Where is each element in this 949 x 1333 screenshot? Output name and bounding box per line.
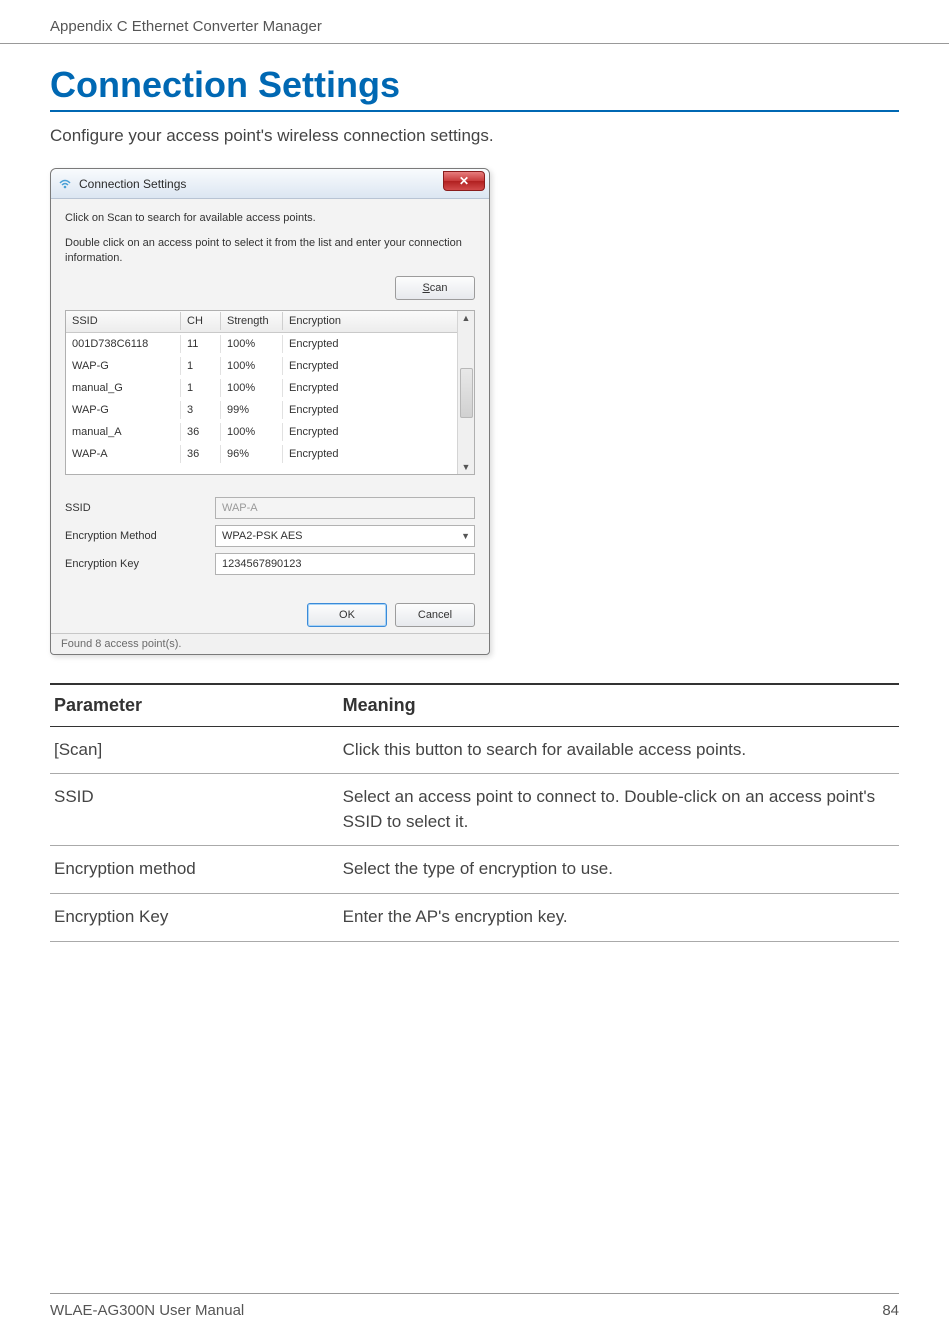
cell-ssid: WAP-G [66, 357, 181, 375]
scan-button-rest: can [430, 282, 448, 294]
intro-paragraph: Configure your access point's wireless c… [50, 126, 899, 146]
page-footer: WLAE-AG300N User Manual 84 [50, 1293, 899, 1319]
scan-button[interactable]: Scan [395, 276, 475, 300]
dialog-titlebar: Connection Settings ✕ [51, 169, 489, 199]
chevron-down-icon: ▼ [461, 531, 470, 541]
th-meaning: Meaning [339, 684, 899, 727]
cell-ch: 36 [181, 445, 221, 463]
dialog-help-2: Double click on an access point to selec… [65, 236, 475, 266]
meaning-cell: Click this button to search for availabl… [339, 726, 899, 774]
th-parameter: Parameter [50, 684, 339, 727]
cell-encryption: Encrypted [283, 335, 448, 353]
cell-ssid: WAP-A [66, 445, 181, 463]
cell-ch: 1 [181, 357, 221, 375]
list-item[interactable]: 001D738C6118 11 100% Encrypted [66, 333, 457, 355]
wifi-icon [57, 176, 73, 192]
cell-strength: 96% [221, 445, 283, 463]
status-bar: Found 8 access point(s). [51, 633, 489, 654]
col-header-ssid[interactable]: SSID [66, 312, 181, 330]
cell-ssid: manual_A [66, 423, 181, 441]
meaning-cell: Select an access point to connect to. Do… [339, 774, 899, 846]
form-area: SSID WAP-A Encryption Method WPA2-PSK AE… [51, 483, 489, 593]
list-item[interactable]: WAP-A 36 96% Encrypted [66, 443, 457, 465]
parameter-table: Parameter Meaning [Scan] Click this butt… [50, 683, 899, 942]
meaning-cell: Enter the AP's encryption key. [339, 894, 899, 942]
cell-ssid: WAP-G [66, 401, 181, 419]
label-method: Encryption Method [65, 530, 215, 542]
cell-encryption: Encrypted [283, 379, 448, 397]
cell-strength: 100% [221, 335, 283, 353]
scroll-up-icon: ▲ [462, 313, 471, 323]
connection-settings-dialog: Connection Settings ✕ Click on Scan to s… [50, 168, 490, 655]
key-value: 1234567890123 [222, 558, 302, 570]
page-header: Appendix C Ethernet Converter Manager [0, 0, 949, 44]
list-item[interactable]: manual_G 1 100% Encrypted [66, 377, 457, 399]
label-key: Encryption Key [65, 558, 215, 570]
ssid-value: WAP-A [222, 502, 258, 514]
cancel-button[interactable]: Cancel [395, 603, 475, 627]
close-button[interactable]: ✕ [443, 171, 485, 191]
cell-strength: 100% [221, 357, 283, 375]
list-item[interactable]: WAP-G 1 100% Encrypted [66, 355, 457, 377]
param-cell: Encryption method [50, 846, 339, 894]
method-value: WPA2-PSK AES [222, 530, 303, 542]
cell-strength: 100% [221, 423, 283, 441]
page-title: Connection Settings [50, 64, 899, 112]
col-header-strength[interactable]: Strength [221, 312, 283, 330]
scan-button-mnemonic: S [422, 282, 429, 294]
cell-encryption: Encrypted [283, 445, 448, 463]
encryption-key-input[interactable]: 1234567890123 [215, 553, 475, 575]
close-icon: ✕ [459, 174, 469, 188]
table-row: SSID Select an access point to connect t… [50, 774, 899, 846]
cell-ch: 36 [181, 423, 221, 441]
param-cell: SSID [50, 774, 339, 846]
header-appendix: Appendix C Ethernet Converter Manager [50, 18, 322, 35]
col-header-encryption[interactable]: Encryption [283, 312, 448, 330]
cell-ch: 1 [181, 379, 221, 397]
list-item[interactable]: manual_A 36 100% Encrypted [66, 421, 457, 443]
cancel-button-label: Cancel [418, 609, 452, 621]
status-text: Found 8 access point(s). [61, 638, 181, 650]
label-ssid: SSID [65, 502, 215, 514]
table-row: Encryption Key Enter the AP's encryption… [50, 894, 899, 942]
table-row: [Scan] Click this button to search for a… [50, 726, 899, 774]
ssid-field: WAP-A [215, 497, 475, 519]
scroll-thumb[interactable] [460, 368, 473, 418]
cell-encryption: Encrypted [283, 401, 448, 419]
cell-ch: 3 [181, 401, 221, 419]
param-cell: [Scan] [50, 726, 339, 774]
scrollbar[interactable]: ▲ ▼ [457, 311, 474, 474]
meaning-cell: Select the type of encryption to use. [339, 846, 899, 894]
cell-ch: 11 [181, 335, 221, 353]
ap-list-header: SSID CH Strength Encryption [66, 311, 457, 333]
scroll-down-icon: ▼ [462, 462, 471, 472]
ap-list: SSID CH Strength Encryption 001D738C6118… [65, 310, 475, 475]
ok-button[interactable]: OK [307, 603, 387, 627]
footer-page-number: 84 [882, 1302, 899, 1319]
dialog-body: Click on Scan to search for available ac… [51, 199, 489, 483]
list-item[interactable]: WAP-G 3 99% Encrypted [66, 399, 457, 421]
dialog-title: Connection Settings [79, 177, 186, 191]
col-header-ch[interactable]: CH [181, 312, 221, 330]
dialog-help-1: Click on Scan to search for available ac… [65, 211, 475, 226]
param-cell: Encryption Key [50, 894, 339, 942]
footer-manual-name: WLAE-AG300N User Manual [50, 1302, 244, 1319]
cell-encryption: Encrypted [283, 423, 448, 441]
cell-ssid: manual_G [66, 379, 181, 397]
dialog-button-row: OK Cancel [51, 593, 489, 633]
cell-ssid: 001D738C6118 [66, 335, 181, 353]
cell-encryption: Encrypted [283, 357, 448, 375]
cell-strength: 100% [221, 379, 283, 397]
ok-button-label: OK [339, 609, 355, 621]
cell-strength: 99% [221, 401, 283, 419]
encryption-method-select[interactable]: WPA2-PSK AES ▼ [215, 525, 475, 547]
table-row: Encryption method Select the type of enc… [50, 846, 899, 894]
